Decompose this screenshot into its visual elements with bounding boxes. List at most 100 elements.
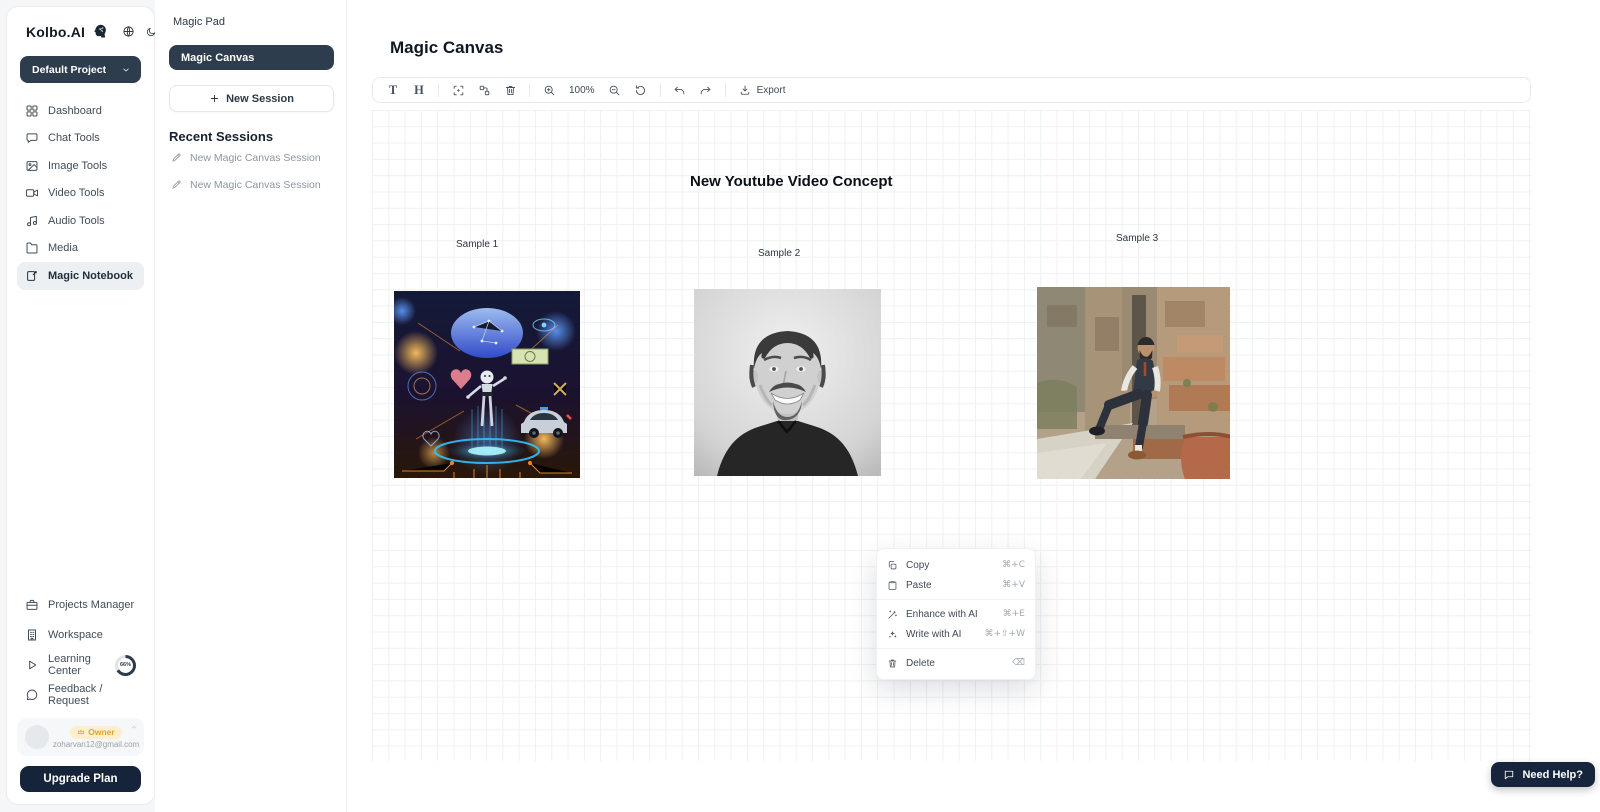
media-folder-icon [25,241,39,255]
panel-item-magic-pad[interactable]: Magic Pad [169,14,334,28]
sidebar-item-label: Learning Center [48,653,100,677]
toolbar-divider [529,83,530,97]
project-selector[interactable]: Default Project [20,56,141,83]
menu-item-shortcut: ⌘+⇧+W [984,629,1025,639]
delete-tool-button[interactable] [499,79,521,101]
sidebar-item-image-tools[interactable]: Image Tools [17,152,144,180]
context-menu-item-write-with-ai[interactable]: Write with AI ⌘+⇧+W [877,624,1035,644]
menu-item-shortcut: ⌘+E [1003,609,1025,619]
sidebar-item-label: Dashboard [48,105,102,117]
menu-item-label: Paste [906,580,932,591]
sidebar-item-learning-center[interactable]: Learning Center 66% [17,650,144,680]
learning-progress-ring: 66% [115,655,136,676]
magic-wand-icon [887,609,898,620]
canvas-title-text[interactable]: New Youtube Video Concept [690,173,893,190]
building-icon [25,628,39,642]
session-item-label: New Magic Canvas Session [190,179,321,191]
trash-icon [504,84,517,97]
redo-button[interactable] [695,79,717,101]
need-help-label: Need Help? [1522,769,1583,781]
connector-tool-button[interactable] [473,79,495,101]
sample-2-label[interactable]: Sample 2 [758,248,800,259]
copy-icon [887,560,898,571]
text-tool-button[interactable]: T [382,79,404,101]
sidebar-item-chat-tools[interactable]: Chat Tools [17,125,144,153]
ai-select-tool-button[interactable] [447,79,469,101]
sidebar-item-video-tools[interactable]: Video Tools [17,180,144,208]
context-menu-item-enhance-with-ai[interactable]: Enhance with AI ⌘+E [877,604,1035,624]
ai-head-icon [91,23,108,40]
ai-select-frame-icon [452,84,465,97]
sample-3-image[interactable] [1037,287,1230,479]
download-icon [739,84,751,96]
sidebar-item-label: Image Tools [48,160,107,172]
upgrade-plan-button[interactable]: Upgrade Plan [20,766,141,792]
role-badge: Owner [70,726,121,739]
sidebar-item-media[interactable]: Media [17,235,144,263]
trash-icon [887,658,898,669]
redo-icon [699,84,712,97]
context-menu-item-paste[interactable]: Paste ⌘+V [877,575,1035,595]
reset-rotate-icon [634,84,647,97]
sample-2-image[interactable] [694,289,881,476]
sample-1-label[interactable]: Sample 1 [456,239,498,250]
new-session-button[interactable]: New Session [169,85,334,112]
logo[interactable]: Kolbo.AI [26,24,85,40]
plus-icon [209,93,220,104]
crown-icon [77,728,85,736]
sidebar-item-label: Feedback / Request [48,683,136,707]
undo-button[interactable] [669,79,691,101]
page-title: Magic Canvas [390,38,503,58]
language-button[interactable] [120,23,137,40]
sidebar-item-label: Workspace [48,629,103,641]
canvas-grid-area[interactable]: New Youtube Video Concept Sample 1 Sampl… [372,110,1531,761]
context-menu-item-delete[interactable]: Delete ⌫ [877,653,1035,673]
menu-item-shortcut: ⌘+V [1002,580,1025,590]
sidebar-item-label: Video Tools [48,187,104,199]
clipboard-icon [887,580,898,591]
sample-3-label[interactable]: Sample 3 [1116,233,1158,244]
chevron-down-icon [121,65,131,75]
new-session-label: New Session [226,93,294,105]
menu-item-label: Delete [906,658,935,669]
zoom-in-button[interactable] [538,79,560,101]
sidebar-item-feedback-request[interactable]: Feedback / Request [17,680,144,710]
session-item[interactable]: New Magic Canvas Session [169,144,334,171]
export-button[interactable]: Export [734,84,791,96]
heading-tool-button[interactable]: H [408,79,430,101]
chat-bubble-icon [1503,769,1515,781]
sidebar-item-magic-notebook[interactable]: Magic Notebook [17,262,144,290]
connector-nodes-icon [478,84,491,97]
text-tool-icon: T [389,83,397,98]
canvas-toolbar: T H 100% Export [372,77,1531,103]
sidebar-item-audio-tools[interactable]: Audio Tools [17,207,144,235]
chat-bubble-icon [25,131,39,145]
sidebar-item-dashboard[interactable]: Dashboard [17,97,144,125]
role-badge-label: Owner [88,727,114,737]
sidebar: Kolbo.AI Default Project Dashboard Chat … [6,6,155,805]
learning-progress-value: 66% [118,658,133,673]
play-icon [25,658,39,672]
user-email: zoharvan12@gmail.com [53,740,139,749]
zoom-out-icon [608,84,621,97]
sidebar-item-workspace[interactable]: Workspace [17,620,144,650]
panel-item-magic-canvas[interactable]: Magic Canvas [169,45,334,70]
heading-tool-icon: H [414,83,424,98]
menu-item-label: Write with AI [906,629,961,640]
zoom-out-button[interactable] [604,79,626,101]
session-item[interactable]: New Magic Canvas Session [169,171,334,198]
user-account-chip[interactable]: Owner zoharvan12@gmail.com [17,718,144,756]
reset-view-button[interactable] [630,79,652,101]
sample-1-image[interactable] [394,291,580,478]
sidebar-item-projects-manager[interactable]: Projects Manager [17,590,144,620]
briefcase-icon [25,598,39,612]
sparkles-icon [887,629,898,640]
need-help-button[interactable]: Need Help? [1491,762,1595,787]
toolbar-divider [725,83,726,97]
globe-icon [122,25,135,38]
sessions-panel: Magic Pad Magic Canvas New Session Recen… [155,0,347,812]
context-menu-item-copy[interactable]: Copy ⌘+C [877,555,1035,575]
menu-item-label: Copy [906,560,929,571]
undo-icon [673,84,686,97]
toolbar-divider [660,83,661,97]
